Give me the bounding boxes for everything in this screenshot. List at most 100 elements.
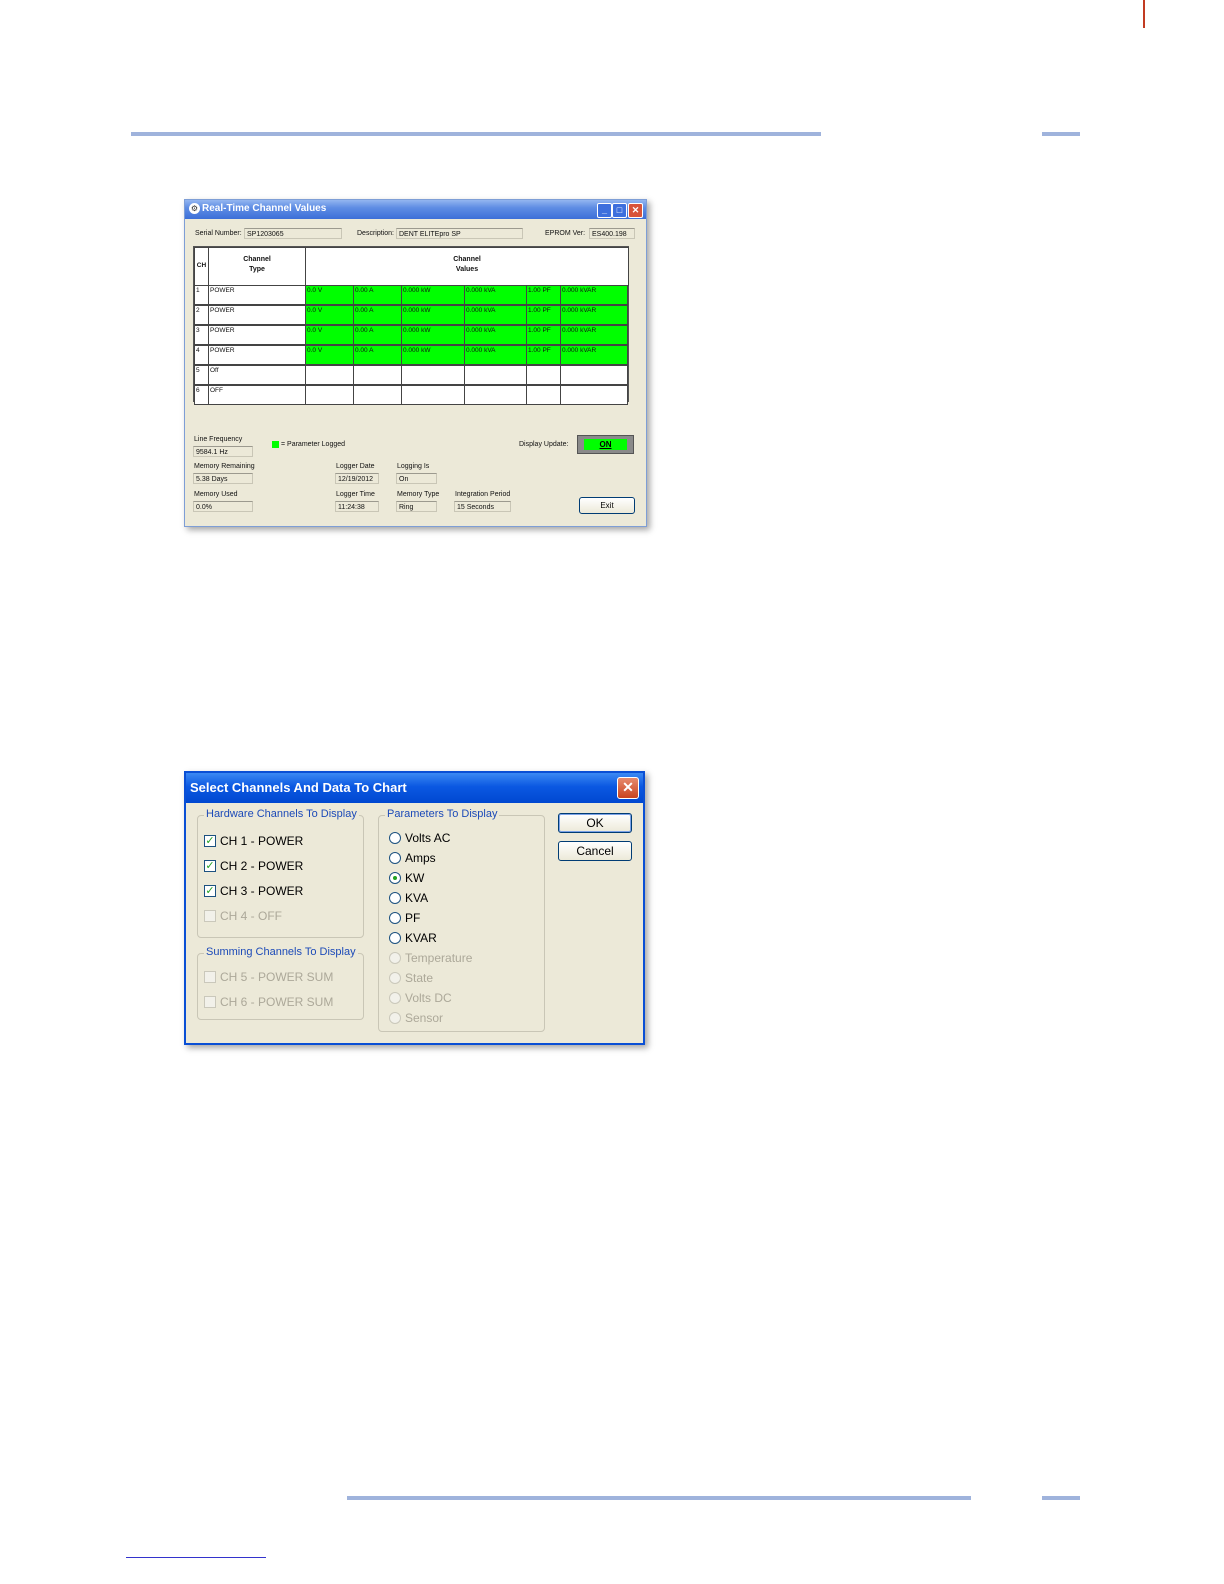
grid-value-cell: 0.00 A [353, 285, 402, 305]
grid-value-cell: 0.000 kW [401, 305, 465, 325]
grid-value-cell: 0.0 V [305, 345, 354, 365]
parameter-radio-label: Sensor [405, 1011, 444, 1025]
grid-value-cell: 0.000 kVA [464, 345, 527, 365]
grid-value-cell [526, 385, 561, 405]
dialog-titlebar[interactable]: Select Channels And Data To Chart ✕ [186, 773, 643, 803]
integration-period-label: Integration Period [455, 491, 511, 498]
grid-ch-cell: 1 [194, 285, 209, 305]
parameter-radio-label: Volts AC [405, 831, 451, 845]
channel-checkbox-row[interactable]: ✓ CH 2 - POWER [204, 859, 354, 875]
grid-value-cell: 0.000 kW [401, 285, 465, 305]
parameter-radio-row[interactable]: PF [389, 911, 539, 927]
parameter-radio-row[interactable]: Amps [389, 851, 539, 867]
grid-value-cell: 0.000 kW [401, 325, 465, 345]
grid-value-cell [353, 385, 402, 405]
parameter-radio-row: State [389, 971, 539, 987]
eprom-field: ES400.198 [589, 228, 635, 239]
grid-value-cell [353, 365, 402, 385]
grid-header-type-line1: Channel [243, 256, 271, 263]
grid-value-cell: 1.00 PF [526, 305, 561, 325]
radio-unselected[interactable] [389, 832, 401, 844]
serial-number-label: Serial Number: [195, 230, 242, 237]
exit-button[interactable]: Exit [579, 497, 635, 514]
app-icon: ⚙ [189, 203, 200, 214]
parameter-radio-row[interactable]: KVA [389, 891, 539, 907]
eprom-label: EPROM Ver: [545, 230, 586, 237]
grid-value-cell [560, 385, 628, 405]
channel-checkbox-row[interactable]: ✓ CH 3 - POWER [204, 884, 354, 900]
realtime-channel-values-window: ⚙ Real-Time Channel Values _ □ ✕ Serial … [184, 199, 647, 527]
grid-ch-cell: 3 [194, 325, 209, 345]
channel-checkbox-label: CH 3 - POWER [220, 884, 304, 898]
radio-selected[interactable] [389, 872, 401, 884]
parameter-radio-label: Volts DC [405, 991, 452, 1005]
maximize-button[interactable]: □ [612, 203, 627, 218]
grid-value-cell: 1.00 PF [526, 325, 561, 345]
memory-used-field: 0.0% [193, 501, 253, 512]
description-label: Description: [357, 230, 394, 237]
display-update-on: ON [584, 439, 627, 450]
parameter-radio-row[interactable]: KW [389, 871, 539, 887]
parameter-radio-row: Volts DC [389, 991, 539, 1007]
channel-checkbox-label: CH 6 - POWER SUM [220, 995, 334, 1009]
window-title: Real-Time Channel Values [202, 203, 327, 214]
hardware-channels-title: Hardware Channels To Display [204, 808, 359, 820]
cancel-button[interactable]: Cancel [558, 841, 632, 861]
logged-legend-swatch [272, 441, 279, 448]
grid-value-cell: 1.00 PF [526, 345, 561, 365]
grid-value-cell: 0.00 A [353, 305, 402, 325]
grid-value-cell [305, 385, 354, 405]
channel-checkbox-row[interactable]: ✓ CH 1 - POWER [204, 834, 354, 850]
dialog-title: Select Channels And Data To Chart [190, 780, 407, 795]
radio-unselected [389, 992, 401, 1004]
channel-checkbox-label: CH 1 - POWER [220, 834, 304, 848]
channel-checkbox-row: CH 4 - OFF [204, 909, 354, 925]
line-frequency-label: Line Frequency [194, 436, 243, 443]
grid-value-cell [401, 385, 465, 405]
display-update-toggle[interactable]: ON [577, 435, 634, 454]
grid-header-type-line2: Type [249, 266, 265, 273]
grid-header-values-line2: Values [455, 266, 479, 273]
parameters-title: Parameters To Display [385, 808, 500, 820]
checkbox-checked[interactable]: ✓ [204, 860, 216, 872]
grid-type-cell: OFF [208, 385, 306, 405]
checkbox-checked[interactable]: ✓ [204, 835, 216, 847]
grid-value-cell: 1.00 PF [526, 285, 561, 305]
parameter-radio-row[interactable]: Volts AC [389, 831, 539, 847]
radio-unselected[interactable] [389, 932, 401, 944]
grid-value-cell [401, 365, 465, 385]
logger-date-field: 12/19/2012 [335, 473, 379, 484]
radio-unselected[interactable] [389, 852, 401, 864]
header-rule [131, 132, 821, 136]
minimize-button[interactable]: _ [597, 203, 612, 218]
close-button[interactable]: ✕ [628, 203, 643, 218]
checkbox-unchecked [204, 910, 216, 922]
grid-ch-cell: 6 [194, 385, 209, 405]
grid-value-cell [464, 385, 527, 405]
memory-remaining-field: 5.38 Days [193, 473, 253, 484]
description-field: DENT ELITEpro SP [396, 228, 523, 239]
grid-value-cell [464, 365, 527, 385]
radio-unselected [389, 1012, 401, 1024]
checkbox-checked[interactable]: ✓ [204, 885, 216, 897]
logging-is-label: Logging Is [397, 463, 430, 470]
footer-link-underline [126, 1557, 266, 1558]
window-titlebar[interactable]: ⚙ Real-Time Channel Values _ □ ✕ [185, 200, 646, 219]
dialog-close-button[interactable]: ✕ [617, 777, 639, 799]
checkbox-unchecked [204, 996, 216, 1008]
memory-type-field: Ring [396, 501, 437, 512]
grid-value-cell: 0.00 A [353, 325, 402, 345]
serial-number-field: SP1203065 [244, 228, 342, 239]
memory-used-label: Memory Used [194, 491, 238, 498]
footer-rule [347, 1496, 971, 1500]
grid-value-cell: 0.000 kVAR [560, 325, 628, 345]
parameter-radio-label: KW [405, 871, 425, 885]
grid-header-ch: CH [196, 262, 207, 269]
display-update-label: Display Update: [519, 441, 569, 448]
ok-button[interactable]: OK [558, 813, 632, 833]
radio-unselected[interactable] [389, 912, 401, 924]
grid-value-cell: 0.0 V [305, 305, 354, 325]
page-edge-line [1143, 0, 1145, 28]
radio-unselected[interactable] [389, 892, 401, 904]
parameter-radio-row[interactable]: KVAR [389, 931, 539, 947]
